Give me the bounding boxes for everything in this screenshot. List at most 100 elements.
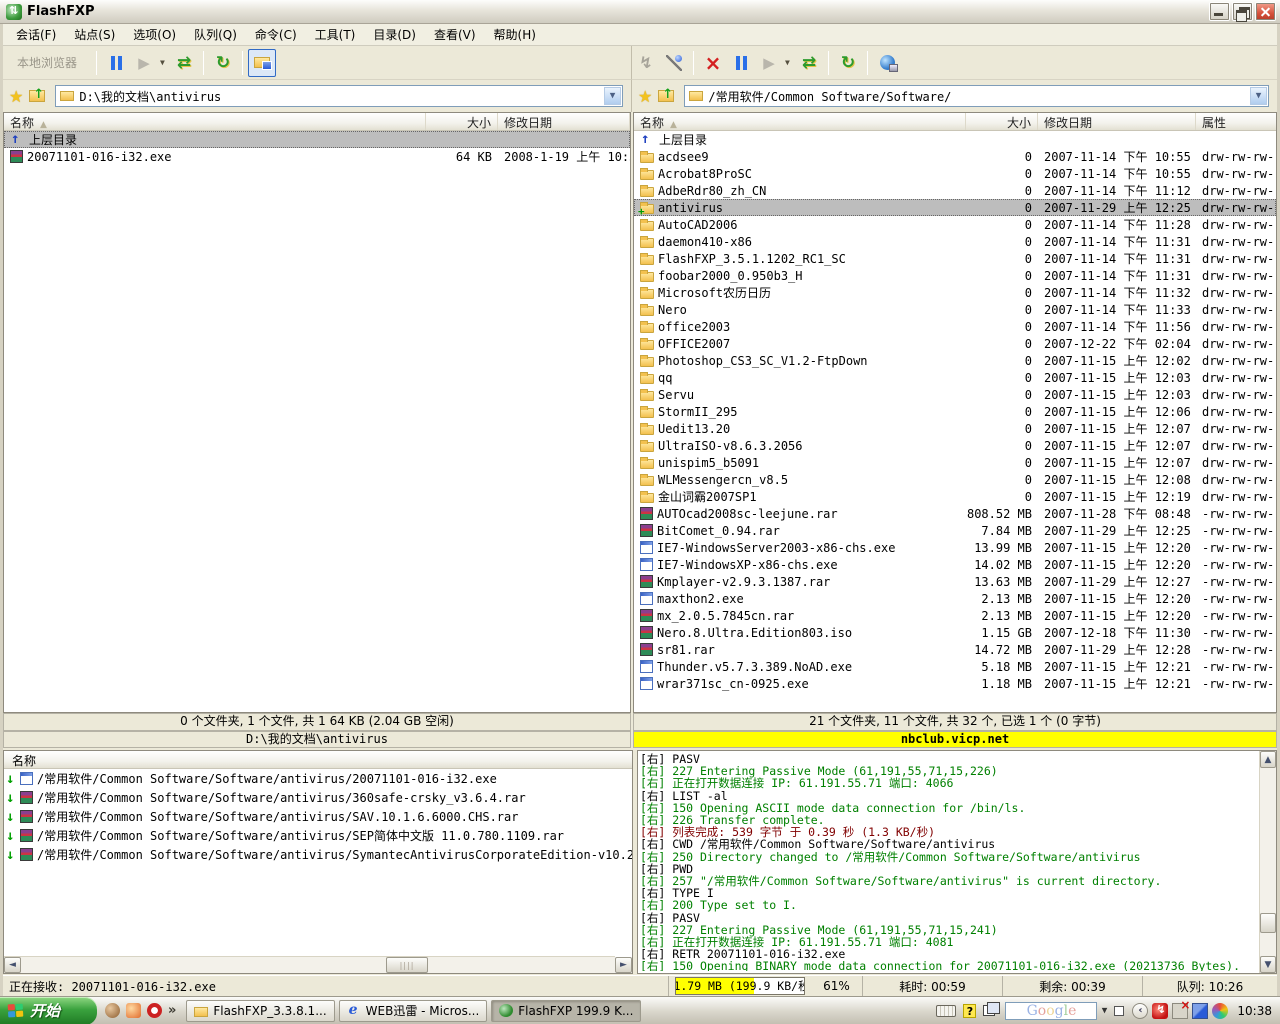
- menu-item[interactable]: 帮助(H): [485, 23, 545, 46]
- offline-status-icon[interactable]: [1172, 1003, 1188, 1019]
- file-row[interactable]: Nero 0 2007-11-14 下午 11:33 drw-rw-rw-: [634, 301, 1276, 318]
- file-row[interactable]: antivirus 0 2007-11-29 上午 12:25 drw-rw-r…: [634, 199, 1276, 216]
- file-row[interactable]: Thunder.v5.7.3.389.NoAD.exe 5.18 MB 2007…: [634, 658, 1276, 675]
- menu-item[interactable]: 查看(V): [425, 23, 485, 46]
- pause-button[interactable]: [102, 49, 130, 77]
- file-row[interactable]: Microsoft农历日历 0 2007-11-14 下午 11:32 drw-…: [634, 284, 1276, 301]
- network-tray-icon[interactable]: [1192, 1003, 1208, 1019]
- go-dropdown-button[interactable]: [158, 49, 170, 77]
- local-browser-button[interactable]: 本地浏览器: [3, 54, 91, 71]
- transfer-button[interactable]: [795, 49, 823, 77]
- folder-view-toggle[interactable]: [248, 49, 276, 77]
- queue-item[interactable]: /常用软件/Common Software/Software/antivirus…: [4, 807, 632, 826]
- queue-item[interactable]: /常用软件/Common Software/Software/antivirus…: [4, 788, 632, 807]
- file-row[interactable]: FlashFXP_3.5.1.1202_RC1_SC 0 2007-11-14 …: [634, 250, 1276, 267]
- menu-item[interactable]: 队列(Q): [185, 23, 246, 46]
- queue-column-header[interactable]: 名称: [4, 751, 632, 769]
- chevron-down-icon[interactable]: [604, 87, 621, 105]
- remote-path-combobox[interactable]: /常用软件/Common Software/Software/: [684, 85, 1269, 107]
- file-row[interactable]: OFFICE2007 0 2007-12-22 下午 02:04 drw-rw-…: [634, 335, 1276, 352]
- column-header-size[interactable]: 大小: [966, 113, 1038, 130]
- file-row[interactable]: office2003 0 2007-11-14 下午 11:56 drw-rw-…: [634, 318, 1276, 335]
- swirl-tray-icon[interactable]: [1212, 1003, 1228, 1019]
- column-header-date[interactable]: 修改日期: [1038, 113, 1196, 130]
- quick-launch-icon-2[interactable]: [126, 1003, 141, 1018]
- go-dropdown-button[interactable]: [783, 49, 795, 77]
- menu-item[interactable]: 工具(T): [306, 23, 365, 46]
- column-header-attr[interactable]: 属性: [1196, 113, 1276, 130]
- up-folder-icon[interactable]: [29, 90, 45, 102]
- file-row[interactable]: Servu 0 2007-11-15 上午 12:03 drw-rw-rw-: [634, 386, 1276, 403]
- quick-launch-icon-3[interactable]: [147, 1003, 162, 1018]
- refresh-button[interactable]: [209, 49, 237, 77]
- quick-connect-button[interactable]: [632, 49, 660, 77]
- file-row[interactable]: acdsee9 0 2007-11-14 下午 10:55 drw-rw-rw-: [634, 148, 1276, 165]
- column-header-name[interactable]: 名称: [634, 113, 966, 130]
- queue-item[interactable]: /常用软件/Common Software/Software/antivirus…: [4, 826, 632, 845]
- file-row[interactable]: qq 0 2007-11-15 上午 12:03 drw-rw-rw-: [634, 369, 1276, 386]
- file-row[interactable]: Uedit13.20 0 2007-11-15 上午 12:07 drw-rw-…: [634, 420, 1276, 437]
- go-button[interactable]: [755, 49, 783, 77]
- queue-item[interactable]: /常用软件/Common Software/Software/antivirus…: [4, 769, 632, 788]
- file-row[interactable]: Kmplayer-v2.9.3.1387.rar 13.63 MB 2007-1…: [634, 573, 1276, 590]
- file-row[interactable]: 上层目录: [634, 131, 1276, 148]
- up-folder-icon[interactable]: [658, 90, 674, 102]
- file-row[interactable]: BitComet_0.94.rar 7.84 MB 2007-11-29 上午 …: [634, 522, 1276, 539]
- queue-item[interactable]: /常用软件/Common Software/Software/antivirus…: [4, 845, 632, 864]
- file-row[interactable]: StormII_295 0 2007-11-15 上午 12:06 drw-rw…: [634, 403, 1276, 420]
- file-row[interactable]: IE7-WindowsServer2003-x86-chs.exe 13.99 …: [634, 539, 1276, 556]
- scroll-left-icon[interactable]: [4, 957, 21, 973]
- file-row[interactable]: AdbeRdr80_zh_CN 0 2007-11-14 下午 11:12 dr…: [634, 182, 1276, 199]
- favorites-star-icon[interactable]: [638, 87, 652, 106]
- menu-item[interactable]: 会话(F): [7, 23, 65, 46]
- window-cascade-icon[interactable]: [983, 1005, 995, 1016]
- pause-button[interactable]: [727, 49, 755, 77]
- local-path-combobox[interactable]: D:\我的文档\antivirus: [55, 85, 623, 107]
- menu-item[interactable]: 目录(D): [364, 23, 425, 46]
- taskbar-task-button[interactable]: WEB迅雷 - Micros...: [339, 1000, 488, 1022]
- column-header-date[interactable]: 修改日期: [498, 113, 630, 130]
- file-row[interactable]: Acrobat8ProSC 0 2007-11-14 下午 10:55 drw-…: [634, 165, 1276, 182]
- search-dropdown-icon[interactable]: [1101, 1006, 1108, 1016]
- file-row[interactable]: daemon410-x86 0 2007-11-14 下午 11:31 drw-…: [634, 233, 1276, 250]
- abort-button[interactable]: [699, 49, 727, 77]
- file-row[interactable]: AutoCAD2006 0 2007-11-14 下午 11:28 drw-rw…: [634, 216, 1276, 233]
- file-row[interactable]: foobar2000_0.950b3_H 0 2007-11-14 下午 11:…: [634, 267, 1276, 284]
- collapse-chevron-icon[interactable]: [1132, 1003, 1148, 1019]
- help-icon[interactable]: [963, 1004, 976, 1018]
- menu-item[interactable]: 选项(O): [124, 23, 185, 46]
- file-row[interactable]: mx_2.0.5.7845cn.rar 2.13 MB 2007-11-15 上…: [634, 607, 1276, 624]
- file-row[interactable]: sr81.rar 14.72 MB 2007-11-29 上午 12:28 -r…: [634, 641, 1276, 658]
- file-row[interactable]: Photoshop_CS3_SC_V1.2-FtpDown 0 2007-11-…: [634, 352, 1276, 369]
- scroll-down-icon[interactable]: [1260, 956, 1276, 973]
- go-button[interactable]: [130, 49, 158, 77]
- search-option-button[interactable]: [1114, 1006, 1124, 1016]
- close-button[interactable]: [1255, 2, 1276, 21]
- scrollbar-thumb[interactable]: [1260, 913, 1276, 933]
- google-search-input[interactable]: Google: [1005, 1002, 1097, 1020]
- favorites-star-icon[interactable]: [9, 87, 23, 106]
- queue-horizontal-scrollbar[interactable]: [4, 956, 615, 973]
- file-row[interactable]: 20071101-016-i32.exe 64 KB 2008-1-19 上午 …: [4, 148, 630, 165]
- file-row[interactable]: wrar371sc_cn-0925.exe 1.18 MB 2007-11-15…: [634, 675, 1276, 692]
- transfer-button[interactable]: [170, 49, 198, 77]
- thunder-tray-icon[interactable]: [1152, 1003, 1168, 1019]
- file-row[interactable]: 上层目录: [4, 131, 630, 148]
- start-button[interactable]: 开始: [0, 997, 97, 1024]
- taskbar-task-button[interactable]: FlashFXP_3.3.8.1...: [186, 1000, 334, 1022]
- file-row[interactable]: maxthon2.exe 2.13 MB 2007-11-15 上午 12:20…: [634, 590, 1276, 607]
- file-row[interactable]: AUTOcad2008sc-leejune.rar 808.52 MB 2007…: [634, 505, 1276, 522]
- file-row[interactable]: UltraISO-v8.6.3.2056 0 2007-11-15 上午 12:…: [634, 437, 1276, 454]
- refresh-button[interactable]: [834, 49, 862, 77]
- chevron-down-icon[interactable]: [1250, 87, 1267, 105]
- column-header-size[interactable]: 大小: [426, 113, 498, 130]
- keyboard-icon[interactable]: [936, 1005, 956, 1017]
- log-vertical-scrollbar[interactable]: [1259, 751, 1276, 973]
- quick-launch-icon-1[interactable]: [105, 1003, 120, 1018]
- file-row[interactable]: Nero.8.Ultra.Edition803.iso 1.15 GB 2007…: [634, 624, 1276, 641]
- minimize-button[interactable]: [1209, 2, 1230, 21]
- connect-button[interactable]: [660, 49, 688, 77]
- menu-item[interactable]: 命令(C): [246, 23, 306, 46]
- taskbar-task-button[interactable]: FlashFXP 199.9 K...: [491, 1000, 641, 1022]
- column-header-name[interactable]: 名称: [4, 113, 426, 130]
